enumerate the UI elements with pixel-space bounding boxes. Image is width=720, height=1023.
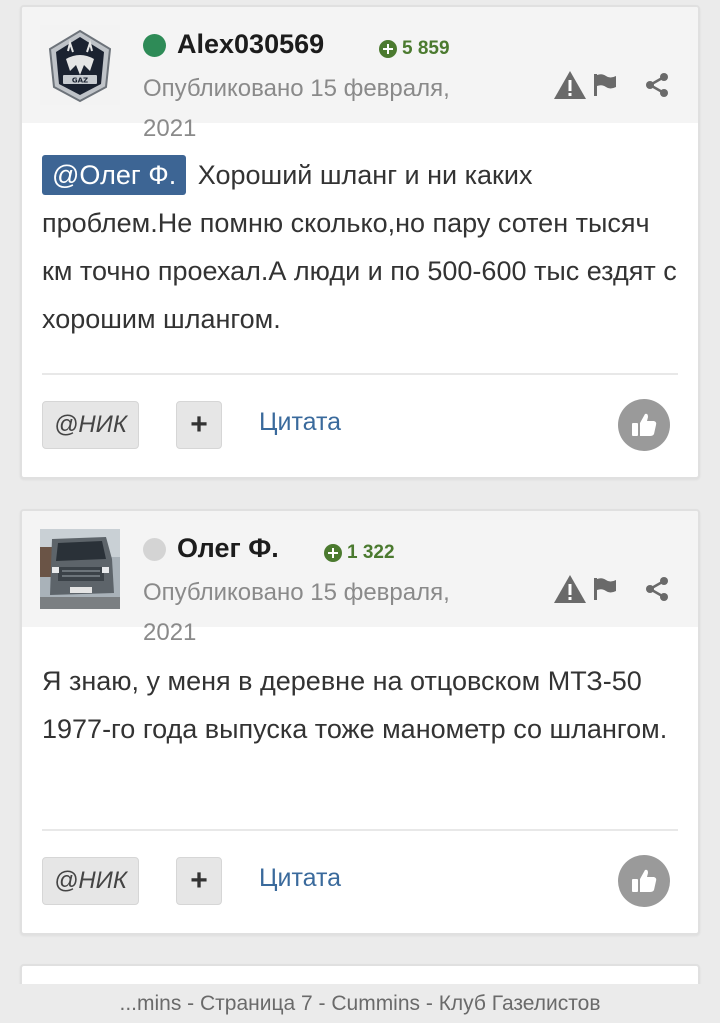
thumbs-up-icon: [632, 413, 657, 436]
warning-icon[interactable]: [552, 69, 588, 101]
quote-button[interactable]: Цитата: [259, 408, 341, 437]
online-status-indicator: [143, 34, 166, 57]
forum-post: Олег Ф. 1 322 Опубликовано 15 февраля, 2…: [20, 509, 700, 935]
like-button[interactable]: [618, 855, 670, 907]
plus-circle-icon: [324, 544, 342, 562]
svg-text:GAZ: GAZ: [72, 77, 88, 85]
reputation-count: 5 859: [402, 38, 450, 59]
multiquote-button[interactable]: +: [176, 857, 222, 905]
mention-link[interactable]: @Олег Ф.: [42, 155, 187, 195]
username[interactable]: Alex030569: [177, 29, 324, 60]
reputation-count: 1 322: [347, 542, 395, 563]
post-actions: @НИК + Цитата: [42, 855, 678, 907]
offline-status-indicator: [143, 538, 166, 561]
post-actions: @НИК + Цитата: [42, 399, 678, 451]
thumbs-up-icon: [632, 869, 657, 892]
like-button[interactable]: [618, 399, 670, 451]
post-text: Я знаю, у меня в деревне на отцовском МТ…: [42, 666, 668, 744]
reputation-badge: 5 859: [379, 38, 450, 60]
share-icon[interactable]: [644, 576, 670, 602]
avatar[interactable]: [40, 529, 120, 609]
reputation-badge: 1 322: [324, 542, 395, 564]
post-content: Я знаю, у меня в деревне на отцовском МТ…: [42, 657, 678, 753]
post-tools: [552, 69, 670, 101]
username[interactable]: Олег Ф.: [177, 533, 279, 564]
mention-nick-button[interactable]: @НИК: [42, 401, 139, 449]
warning-icon[interactable]: [552, 573, 588, 605]
multiquote-button[interactable]: +: [176, 401, 222, 449]
share-icon[interactable]: [644, 72, 670, 98]
forum-post: GAZ Alex030569 5 859 Опубликовано 15 фев…: [20, 5, 700, 479]
post-date: Опубликовано 15 февраля, 2021: [143, 579, 450, 646]
post-header: GAZ Alex030569 5 859 Опубликовано 15 фев…: [22, 7, 698, 142]
flag-icon[interactable]: [592, 576, 618, 602]
post-feed: GAZ Alex030569 5 859 Опубликовано 15 фев…: [0, 0, 720, 1023]
plus-circle-icon: [379, 40, 397, 58]
divider: [42, 829, 678, 831]
divider: [42, 373, 678, 375]
post-tools: [552, 573, 670, 605]
post-date: Опубликовано 15 февраля, 2021: [143, 75, 450, 142]
quote-button[interactable]: Цитата: [259, 864, 341, 893]
post-content: @Олег Ф. Хороший шланг и ни каких пробле…: [42, 151, 678, 343]
mention-nick-button[interactable]: @НИК: [42, 857, 139, 905]
page-title-bar: ...mins - Страница 7 - Cummins - Клуб Га…: [0, 984, 720, 1023]
flag-icon[interactable]: [592, 72, 618, 98]
avatar[interactable]: GAZ: [40, 25, 120, 105]
post-header: Олег Ф. 1 322 Опубликовано 15 февраля, 2…: [22, 511, 698, 646]
